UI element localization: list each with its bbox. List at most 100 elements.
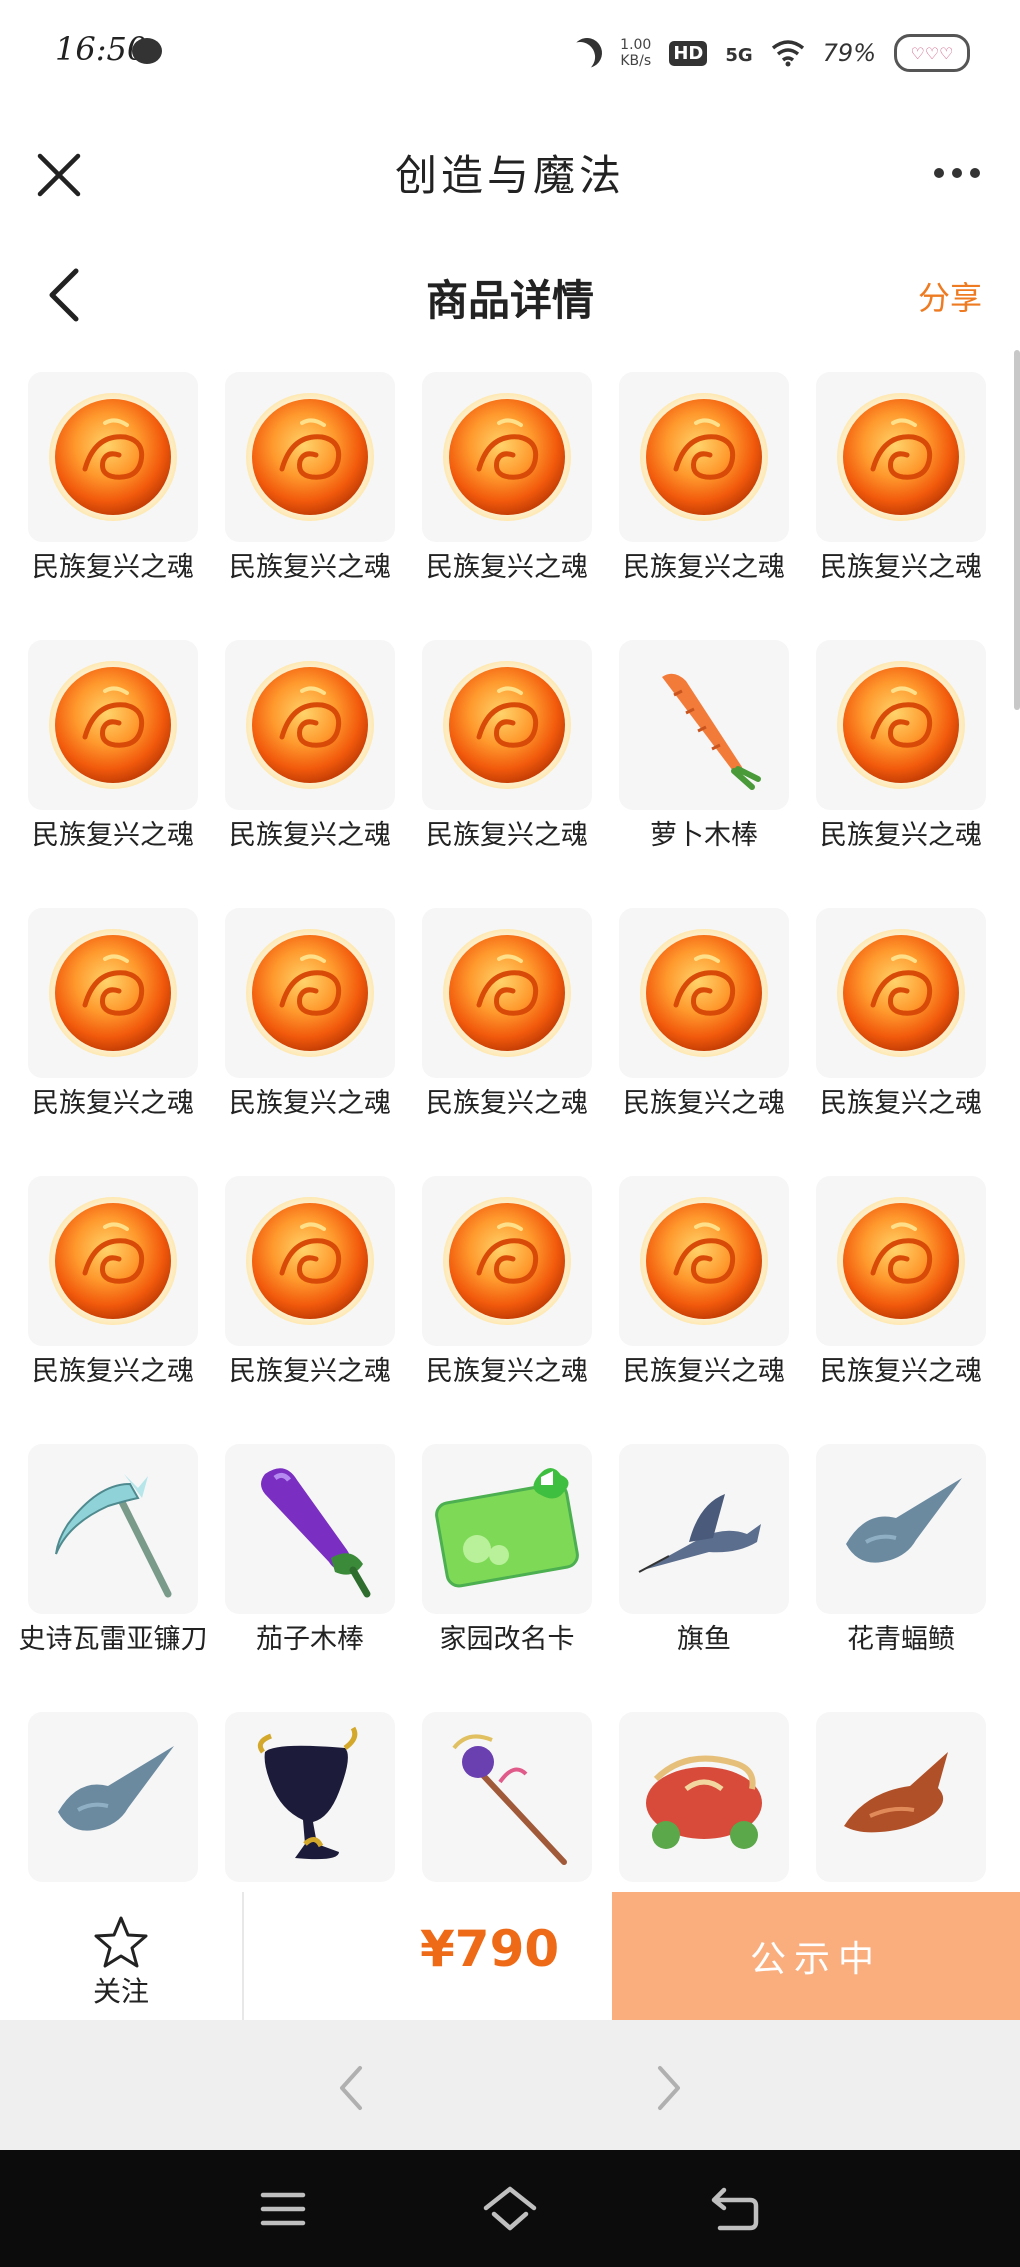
staff-icon [422,1712,592,1882]
goblet-icon [225,1712,395,1882]
back-icon[interactable] [710,2186,760,2232]
wifi-icon [771,39,805,67]
item-card[interactable]: 家园改名卡 [394,1444,592,1712]
item-card[interactable]: 民族复兴之魂 [788,1176,986,1444]
follow-label: 关注 [92,1975,149,2008]
item-card[interactable]: 民族复兴之魂 [788,640,986,908]
orb-icon [619,908,789,1078]
item-name: 民族复兴之魂 [229,820,391,851]
item-card[interactable] [788,1712,986,1892]
battery-percent: 79% [822,39,876,67]
item-name: 民族复兴之魂 [820,820,982,851]
item-card[interactable]: 民族复兴之魂 [197,640,395,908]
orb-icon [28,640,198,810]
item-name: 民族复兴之魂 [623,552,785,583]
app-title-bar: 创造与魔法 [0,110,1020,225]
item-name: 民族复兴之魂 [426,1356,588,1387]
hd-icon: HD [669,40,708,66]
item-name: 民族复兴之魂 [820,1356,982,1387]
item-card[interactable] [591,1712,789,1892]
orb-icon [28,372,198,542]
action-bar: 关注 ¥790 公示中 [0,1892,1020,2020]
item-name: 民族复兴之魂 [623,1356,785,1387]
orb-icon [28,1176,198,1346]
item-card[interactable]: 民族复兴之魂 [394,908,592,1176]
network-type: 5G [725,45,753,66]
item-name: 民族复兴之魂 [426,820,588,851]
item-card[interactable]: 民族复兴之魂 [394,640,592,908]
item-grid: 民族复兴之魂 民族复兴之魂 民族复兴之魂 民族复兴之魂 民族复兴之魂 民族复兴之魂 民族复兴… [0,372,1000,1892]
orb-icon [816,640,986,810]
price: ¥790 [420,1920,560,1978]
item-card[interactable] [0,1712,198,1892]
item-card[interactable]: 旗鱼 [591,1444,789,1712]
swordfish-icon [619,1444,789,1614]
orb-icon [422,1176,592,1346]
item-card[interactable]: 民族复兴之魂 [394,372,592,640]
item-card[interactable] [197,1712,395,1892]
divider [242,1892,244,2020]
item-card[interactable]: 民族复兴之魂 [0,372,198,640]
moon-icon [567,33,608,74]
item-card[interactable]: 花青蝠鲼 [788,1444,986,1712]
item-name: 民族复兴之魂 [229,1356,391,1387]
item-card[interactable]: 民族复兴之魂 [197,1176,395,1444]
chevron-left-icon[interactable] [330,2058,370,2118]
item-card[interactable]: 民族复兴之魂 [591,372,789,640]
home-icon[interactable] [482,2184,538,2234]
orb-icon [225,372,395,542]
item-card[interactable] [394,1712,592,1892]
more-icon[interactable] [934,168,980,178]
item-card[interactable]: 茄子木棒 [197,1444,395,1712]
item-card[interactable]: 民族复兴之魂 [0,1176,198,1444]
item-card[interactable]: 民族复兴之魂 [591,1176,789,1444]
orb-icon [816,1176,986,1346]
orb-icon [225,640,395,810]
rename-card-icon [422,1444,592,1614]
item-card[interactable]: 民族复兴之魂 [591,908,789,1176]
star-icon [94,1916,148,1968]
item-name: 萝卜木棒 [650,820,758,851]
net-speed-unit: KB/s [620,53,652,69]
publicity-status-button[interactable]: 公示中 [612,1892,1020,2020]
chevron-right-icon[interactable] [650,2058,690,2118]
item-name: 民族复兴之魂 [32,552,194,583]
item-card[interactable]: 民族复兴之魂 [394,1176,592,1444]
item-card[interactable]: 民族复兴之魂 [197,908,395,1176]
item-card[interactable]: 史诗瓦雷亚镰刀 [0,1444,208,1712]
net-speed-value: 1.00 [620,37,652,53]
item-card[interactable]: 民族复兴之魂 [0,640,198,908]
page-title: 商品详情 [425,276,594,325]
app-title: 创造与魔法 [394,151,625,200]
orb-icon [422,640,592,810]
share-button[interactable]: 分享 [918,273,982,319]
item-name: 民族复兴之魂 [426,552,588,583]
item-name: 家园改名卡 [439,1624,575,1655]
item-card[interactable]: 民族复兴之魂 [788,372,986,640]
menu-icon[interactable] [260,2190,306,2228]
net-speed: 1.00 KB/s [620,37,651,69]
item-name: 民族复兴之魂 [229,1088,391,1119]
item-name: 民族复兴之魂 [426,1088,588,1119]
item-name: 民族复兴之魂 [32,1088,194,1119]
status-bar: 16:50 1.00 KB/s HD 5G 79% ♡♡♡ [0,0,1020,110]
manta-ray-icon [816,1444,986,1614]
item-name: 民族复兴之魂 [229,552,391,583]
dragon-cart-icon [619,1712,789,1882]
eggplant-icon [225,1444,395,1614]
orb-icon [422,908,592,1078]
item-card[interactable]: 民族复兴之魂 [197,372,395,640]
item-name: 民族复兴之魂 [623,1088,785,1119]
item-name: 民族复兴之魂 [820,1088,982,1119]
orb-icon [225,908,395,1078]
orb-icon [422,372,592,542]
item-card[interactable]: 民族复兴之魂 [788,908,986,1176]
item-card[interactable]: 萝卜木棒 [591,640,789,908]
browser-nav-bar [0,2020,1020,2150]
item-name: 民族复兴之魂 [32,1356,194,1387]
item-card[interactable]: 民族复兴之魂 [0,908,198,1176]
follow-button[interactable]: 关注 [0,1892,242,2020]
signal-icon: 5G [725,39,752,67]
item-name: 史诗瓦雷亚镰刀 [18,1624,208,1655]
scrollbar[interactable] [1014,350,1020,710]
